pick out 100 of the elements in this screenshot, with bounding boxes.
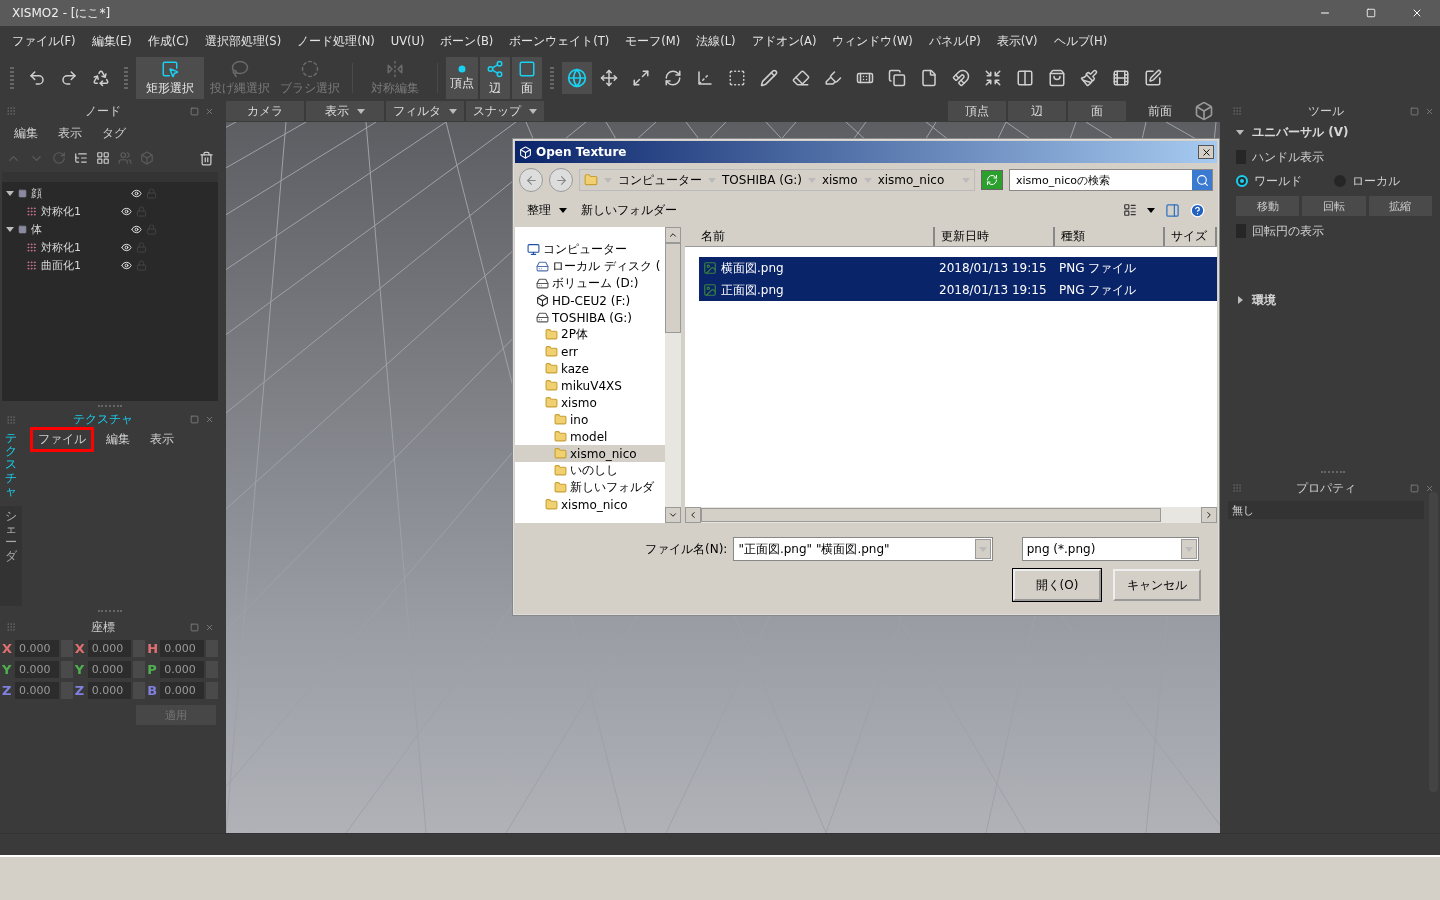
- chevron-left-icon[interactable]: [688, 510, 698, 520]
- eye-icon[interactable]: [121, 241, 132, 253]
- folder-tree-item[interactable]: xismo_nico: [515, 445, 665, 462]
- column-header[interactable]: サイズ: [1165, 227, 1217, 246]
- close-icon[interactable]: [1425, 483, 1434, 493]
- maximize-icon[interactable]: [190, 622, 199, 632]
- tree-item[interactable]: 顔: [31, 185, 127, 201]
- scrollbar[interactable]: [665, 227, 681, 523]
- search-button[interactable]: [1192, 170, 1212, 190]
- section-header[interactable]: ユニバーサル (V): [1236, 122, 1432, 142]
- menu-item[interactable]: 編集(E): [83, 33, 140, 49]
- help-icon[interactable]: [1190, 202, 1205, 218]
- radio-button[interactable]: [1236, 175, 1248, 187]
- preview-pane-icon[interactable]: [1165, 202, 1180, 218]
- number-field[interactable]: 0.000: [15, 682, 59, 699]
- breadcrumb-item[interactable]: TOSHIBA (G:): [722, 173, 802, 187]
- eye-icon[interactable]: [131, 223, 142, 235]
- grip-icon[interactable]: [6, 622, 16, 632]
- side-tab[interactable]: シェーダ: [0, 506, 22, 606]
- menu-item[interactable]: ファイル(F): [4, 33, 84, 49]
- folder-tree-item[interactable]: ローカル ディスク (: [515, 258, 665, 275]
- folder-tree-item[interactable]: xismo_nico: [515, 496, 665, 513]
- radio-option[interactable]: ローカル: [1334, 172, 1432, 190]
- view-button[interactable]: 頂点: [948, 101, 1006, 121]
- property-field[interactable]: 無し: [1228, 501, 1424, 519]
- tree-item[interactable]: 曲面化1: [41, 257, 117, 273]
- menu-item[interactable]: 作成(C): [139, 33, 197, 49]
- number-field[interactable]: 0.000: [15, 661, 59, 678]
- grip-icon[interactable]: [1232, 483, 1242, 493]
- folder-tree-item[interactable]: ボリューム (D:): [515, 275, 665, 292]
- folder-tree-item[interactable]: 2P体: [515, 326, 665, 343]
- users-icon[interactable]: [118, 151, 132, 165]
- mode-button[interactable]: 辺: [480, 57, 510, 99]
- breadcrumb-item[interactable]: コンピューター: [618, 171, 702, 189]
- mode-button[interactable]: 面: [512, 57, 542, 99]
- list-view-icon[interactable]: [1123, 203, 1137, 217]
- panel-menu-item[interactable]: ファイル: [30, 426, 94, 452]
- column-header[interactable]: 更新日時: [935, 227, 1055, 246]
- folder-tree-item[interactable]: HD-CEU2 (F:): [515, 292, 665, 309]
- close-icon[interactable]: [205, 415, 214, 425]
- list-tree-icon[interactable]: [74, 151, 88, 165]
- refresh-button[interactable]: [981, 170, 1003, 190]
- file-row[interactable]: 正面図.png 2018/01/13 19:15 PNG ファイル: [699, 279, 1217, 301]
- command-button[interactable]: 整理: [527, 201, 567, 219]
- dialog-button[interactable]: キャンセル: [1113, 569, 1201, 601]
- number-field[interactable]: 0.000: [160, 640, 204, 657]
- view-name-button[interactable]: 前面: [1128, 101, 1192, 121]
- view-button[interactable]: 面: [1068, 101, 1126, 121]
- chevron-right-icon[interactable]: [1204, 510, 1214, 520]
- number-field[interactable]: 0.000: [87, 640, 132, 657]
- mode-button[interactable]: 頂点: [446, 57, 478, 99]
- scrollbar[interactable]: [685, 507, 1217, 523]
- folder-tree-item[interactable]: mikuV4XS: [515, 377, 665, 394]
- box-icon[interactable]: [140, 151, 154, 165]
- forward-button[interactable]: [549, 168, 573, 192]
- viewport-menu-button[interactable]: 表示: [306, 101, 384, 121]
- folder-tree-item[interactable]: ino: [515, 411, 665, 428]
- eye-icon[interactable]: [131, 187, 142, 199]
- maximize-icon[interactable]: [1410, 106, 1419, 116]
- close-icon[interactable]: [205, 106, 214, 116]
- radio-option[interactable]: ワールド: [1236, 172, 1334, 190]
- tree-item[interactable]: 対称化1: [41, 203, 117, 219]
- transform-button[interactable]: 移動: [1236, 196, 1300, 216]
- side-tab[interactable]: テクスチャ: [0, 428, 22, 502]
- tree-item[interactable]: 対称化1: [41, 239, 117, 255]
- close-button[interactable]: [1198, 145, 1214, 159]
- viewport-menu-button[interactable]: フィルタ: [386, 101, 464, 121]
- folder-tree-item[interactable]: model: [515, 428, 665, 445]
- folder-tree-item[interactable]: err: [515, 343, 665, 360]
- column-header[interactable]: 名前: [685, 227, 935, 246]
- search-field[interactable]: xismo_nicoの検索: [1009, 169, 1213, 191]
- panel-menu-item[interactable]: 編集: [6, 120, 46, 146]
- close-icon[interactable]: [1425, 106, 1434, 116]
- viewport-menu-button[interactable]: スナップ: [466, 101, 544, 121]
- number-field[interactable]: 0.000: [160, 682, 204, 699]
- menu-item[interactable]: パネル(P): [920, 33, 989, 49]
- maximize-icon[interactable]: [190, 415, 199, 425]
- close-icon[interactable]: [205, 622, 214, 632]
- command-button[interactable]: 新しいフォルダー: [581, 201, 677, 219]
- filename-field[interactable]: "正面図.png" "横面図.png": [733, 537, 993, 561]
- menu-item[interactable]: ヘルプ(H): [1045, 33, 1116, 49]
- transform-button[interactable]: 回転: [1302, 196, 1366, 216]
- column-header[interactable]: 種類: [1055, 227, 1165, 246]
- filetype-dropdown[interactable]: png (*.png): [1021, 537, 1199, 561]
- maximize-icon[interactable]: [190, 106, 199, 116]
- address-bar[interactable]: コンピューター TOSHIBA (G:) xismo xismo_nico: [579, 169, 975, 191]
- eye-icon[interactable]: [121, 259, 132, 271]
- panel-menu-item[interactable]: 表示: [142, 426, 182, 452]
- menu-item[interactable]: ノード処理(N): [289, 33, 383, 49]
- caret-icon[interactable]: [1147, 206, 1155, 214]
- grip-icon[interactable]: [6, 414, 16, 425]
- menu-item[interactable]: UV(U): [382, 34, 433, 48]
- tree-item[interactable]: 体: [31, 221, 127, 237]
- number-field[interactable]: 0.000: [160, 661, 204, 678]
- rotate-icon[interactable]: [52, 151, 66, 165]
- menu-item[interactable]: 表示(V): [988, 33, 1046, 49]
- number-field[interactable]: 0.000: [87, 682, 132, 699]
- menu-item[interactable]: ウィンドウ(W): [824, 33, 921, 49]
- globe-button[interactable]: [562, 62, 592, 94]
- cube-icon[interactable]: [1194, 101, 1214, 121]
